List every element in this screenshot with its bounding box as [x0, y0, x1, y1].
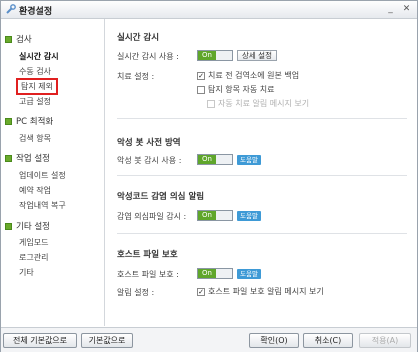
malware-use-label: 악성 봇 감시 사용 : [117, 156, 182, 165]
checkbox-label: 탐지 항목 자동 치료 [208, 85, 275, 94]
cancel-button[interactable]: 취소(C) [303, 333, 353, 348]
category-label: PC 최적화 [16, 117, 54, 127]
malcode-toggle[interactable]: On [197, 210, 233, 221]
help-button[interactable]: 도움말 [237, 211, 261, 221]
checkbox-box [207, 99, 215, 108]
realtime-toggle[interactable]: On [197, 50, 233, 61]
sidebar-category-pc-optimize[interactable]: PC 최적화 [5, 115, 53, 127]
divider [117, 233, 407, 234]
backup-checkbox[interactable]: ✓ 치료 전 검역소에 원본 백업 [197, 70, 299, 81]
divider [117, 175, 407, 176]
sidebar-item-manual-scan[interactable]: 수동 검사 [19, 66, 51, 77]
category-label: 검사 [16, 35, 32, 45]
section-title-hosts: 호스트 파일 보호 [117, 250, 178, 260]
treat-settings-label: 치료 설정 : [117, 72, 155, 81]
section-title-malware-bot: 악성 봇 사전 방역 [117, 138, 181, 148]
window-title: 환경설정 [19, 7, 53, 17]
toggle-on-label: On [198, 51, 216, 60]
sidebar-item-exclusions[interactable]: 탐지 제외 [16, 78, 58, 95]
toggle-on-label: On [198, 211, 216, 220]
toggle-on-label: On [198, 269, 216, 278]
category-square-icon [5, 117, 12, 125]
toggle-on-label: On [198, 155, 216, 164]
checkbox-label: 호스트 파일 보호 알림 메시지 보기 [208, 287, 324, 296]
reset-button[interactable]: 기본값으로 [81, 333, 133, 348]
divider [117, 118, 407, 119]
help-button[interactable]: 도움말 [237, 269, 261, 279]
realtime-use-label: 실시간 감시 사용 : [117, 52, 179, 61]
settings-panel: 실시간 감시 실시간 감시 사용 : On 상세 설정 치료 설정 : ✓ 치료… [105, 19, 415, 326]
checkbox-box: ✓ [197, 287, 205, 296]
apply-button[interactable]: 적용(A) [359, 333, 411, 348]
sidebar-item-search-items[interactable]: 검색 항목 [19, 133, 51, 144]
category-square-icon [5, 222, 12, 230]
category-square-icon [5, 35, 12, 43]
sidebar-item-log[interactable]: 로그관리 [19, 252, 48, 263]
hosts-toggle[interactable]: On [197, 268, 233, 279]
settings-window: 환경설정 _ ✕ 검사 실시간 감시 수동 검사 탐지 제외 고급 설정 PC … [0, 0, 418, 352]
alert-settings-label: 알림 설정 : [117, 288, 155, 297]
sidebar-category-scan[interactable]: 검사 [5, 33, 32, 45]
minimize-button[interactable]: _ [385, 4, 396, 15]
title-bar: 환경설정 _ ✕ [1, 1, 417, 19]
sidebar-category-task[interactable]: 작업 설정 [5, 152, 50, 164]
detail-settings-button[interactable]: 상세 설정 [237, 50, 277, 61]
sidebar-item-update[interactable]: 업데이트 설정 [19, 170, 66, 181]
close-button[interactable]: ✕ [401, 4, 412, 15]
hosts-use-label: 호스트 파일 보호 : [117, 270, 179, 279]
malcode-use-label: 감염 의심파일 감시 : [117, 212, 187, 221]
category-label: 작업 설정 [16, 154, 50, 164]
sidebar-item-other[interactable]: 기타 [19, 267, 34, 278]
checkbox-label: 자동 치료 알림 메시지 보기 [218, 99, 310, 108]
wrench-icon [6, 4, 16, 14]
sidebar-item-history-restore[interactable]: 작업내역 복구 [19, 200, 66, 211]
sidebar-item-realtime[interactable]: 실시간 감시 [19, 51, 59, 62]
ok-button[interactable]: 확인(O) [249, 333, 299, 348]
sidebar-category-etc[interactable]: 기타 설정 [5, 220, 50, 232]
auto-treat-alert-checkbox[interactable]: 자동 치료 알림 메시지 보기 [207, 98, 309, 109]
sidebar: 검사 실시간 감시 수동 검사 탐지 제외 고급 설정 PC 최적화 검색 항목… [1, 19, 105, 326]
auto-treat-checkbox[interactable]: 탐지 항목 자동 치료 [197, 84, 275, 95]
footer-bar: 전체 기본값으로 기본값으로 확인(O) 취소(C) 적용(A) [1, 327, 417, 352]
sidebar-item-schedule[interactable]: 예약 작업 [19, 185, 51, 196]
sidebar-item-advanced[interactable]: 고급 설정 [19, 96, 51, 107]
section-title-realtime: 실시간 감시 [117, 33, 160, 43]
sidebar-item-game-mode[interactable]: 게임모드 [19, 237, 48, 248]
checkbox-label: 치료 전 검역소에 원본 백업 [208, 71, 300, 80]
category-label: 기타 설정 [16, 222, 50, 232]
category-square-icon [5, 154, 12, 162]
malware-toggle[interactable]: On [197, 154, 233, 165]
help-button[interactable]: 도움말 [237, 155, 261, 165]
checkbox-box [197, 85, 205, 94]
checkbox-box: ✓ [197, 71, 205, 80]
reset-all-button[interactable]: 전체 기본값으로 [3, 333, 77, 348]
section-title-malcode: 악성코드 감염 의심 알림 [117, 192, 205, 202]
hosts-alert-checkbox[interactable]: ✓ 호스트 파일 보호 알림 메시지 보기 [197, 286, 324, 297]
